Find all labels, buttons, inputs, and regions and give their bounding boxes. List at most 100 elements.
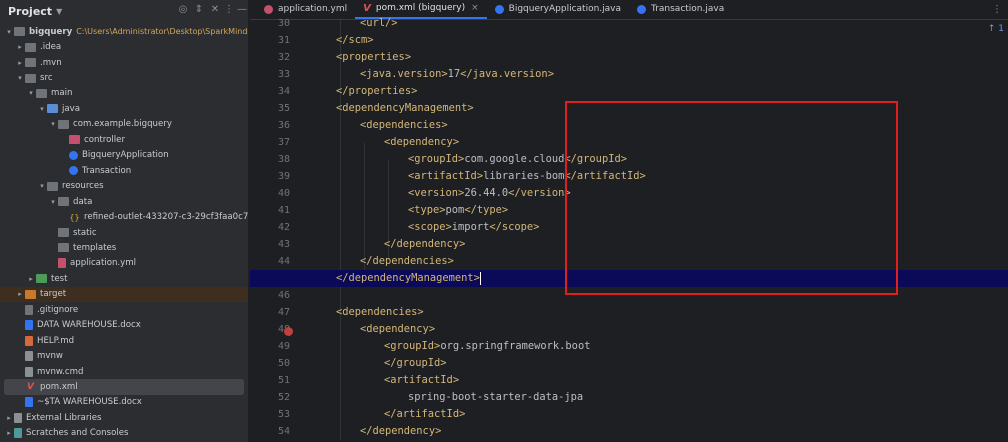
tree-item[interactable]: ▸ target	[0, 286, 248, 303]
target-icon[interactable]: ◎	[176, 4, 190, 15]
run-gutter-icon[interactable]	[284, 327, 293, 336]
tree-item[interactable]: mvnw	[0, 348, 248, 363]
code-line[interactable]: <properties>	[312, 49, 1008, 66]
tree-item-label: .idea	[40, 42, 62, 53]
folder-blue-icon	[47, 104, 58, 114]
chevron-down-icon[interactable]: ▼	[56, 7, 62, 16]
scratches-icon	[14, 428, 22, 439]
tree-item[interactable]: ▸ .mvn	[0, 55, 248, 70]
chevron-down-icon[interactable]: ▾	[37, 105, 47, 113]
xml-tag: </java.version>	[460, 68, 554, 80]
tree-item[interactable]: ▸ .idea	[0, 39, 248, 54]
code-line[interactable]: <type>pom</type>	[312, 202, 1008, 219]
tree-item[interactable]: HELP.md	[0, 333, 248, 348]
line-number: 36	[277, 120, 290, 131]
tree-item[interactable]: ▾ com.example.bigquery	[0, 117, 248, 132]
code-line[interactable]: spring-boot-starter-data-jpa	[312, 389, 1008, 406]
tree-item[interactable]: ▾ resources	[0, 179, 248, 194]
tree-item[interactable]: ▾ data	[0, 194, 248, 209]
code-line[interactable]: <java.version>17</java.version>	[312, 66, 1008, 83]
tree-item[interactable]: Vpom.xml	[4, 379, 244, 395]
chevron-down-icon[interactable]: ▾	[37, 182, 47, 190]
code-line[interactable]: <dependencyManagement>	[312, 100, 1008, 117]
tree-item[interactable]: DATA WAREHOUSE.docx	[0, 318, 248, 333]
code-line[interactable]: </dependency>	[312, 236, 1008, 253]
code-line[interactable]: </artifactId>	[312, 406, 1008, 423]
line-number: 49	[277, 341, 290, 352]
folder-gray-icon	[58, 243, 69, 253]
tree-item[interactable]: ▸ External Libraries	[0, 410, 248, 425]
chevron-right-icon[interactable]: ▸	[15, 290, 25, 298]
folder-gray-icon	[25, 73, 36, 83]
chevron-down-icon[interactable]: ▾	[48, 120, 58, 128]
code-line[interactable]: <version>26.44.0</version>	[312, 185, 1008, 202]
tree-item[interactable]: ~$TA WAREHOUSE.docx	[0, 395, 248, 410]
tree-item[interactable]: ▸ Scratches and Consoles	[0, 426, 248, 441]
chevron-right-icon[interactable]: ▸	[26, 275, 36, 283]
chevron-down-icon[interactable]: ▾	[4, 28, 14, 36]
code-line[interactable]: <dependencies>	[312, 117, 1008, 134]
md-file-icon	[25, 335, 33, 346]
tab-more-icon[interactable]: ⋮	[992, 4, 1002, 15]
line-number: 34	[277, 86, 290, 97]
tree-item[interactable]: controller	[0, 132, 248, 147]
code-line[interactable]: <dependencies>	[312, 304, 1008, 321]
chevron-down-icon[interactable]: ▾	[15, 74, 25, 82]
folder-orange-icon	[25, 289, 36, 299]
tree-item[interactable]: Transaction	[0, 163, 248, 178]
yml-file-icon	[58, 258, 66, 269]
tree-item[interactable]: BigqueryApplication	[0, 148, 248, 163]
code-line[interactable]: </scm>	[312, 32, 1008, 49]
code-line[interactable]	[312, 287, 1008, 304]
tree-item[interactable]: {} refined-outlet-433207-c3-29cf3faa0c72.…	[0, 209, 248, 224]
xml-tag: </properties>	[336, 85, 418, 97]
code-line[interactable]: <dependency>	[312, 134, 1008, 151]
chevron-right-icon[interactable]: ▸	[4, 414, 14, 422]
code-line[interactable]: <scope>import</scope>	[312, 219, 1008, 236]
tree-item[interactable]: ▸ test	[0, 271, 248, 286]
chevron-down-icon[interactable]: ▾	[26, 89, 36, 97]
code-line[interactable]: </dependencyManagement>	[250, 270, 1008, 287]
tree-item[interactable]: ▾ src	[0, 70, 248, 85]
line-number: 30	[277, 18, 290, 29]
tree-item-label: pom.xml	[40, 382, 78, 393]
code-line[interactable]: </dependency>	[312, 423, 1008, 440]
tree-item[interactable]: ▾ main	[0, 86, 248, 101]
expand-all-icon[interactable]: ✕	[208, 4, 222, 15]
chevron-right-icon[interactable]: ▸	[15, 43, 25, 51]
tree-item[interactable]: templates	[0, 240, 248, 255]
chevron-down-icon[interactable]: ▾	[48, 198, 58, 206]
code-line[interactable]: </groupId>	[312, 355, 1008, 372]
close-tab-icon[interactable]: ×	[471, 3, 479, 13]
code-line[interactable]: <groupId>org.springframework.boot	[312, 338, 1008, 355]
tree-item[interactable]: application.yml	[0, 256, 248, 271]
project-panel-title[interactable]: Project	[8, 5, 52, 18]
code-line[interactable]: </properties>	[312, 83, 1008, 100]
line-number: 35	[277, 103, 290, 114]
xml-tag: <dependency>	[360, 323, 436, 335]
tree-item[interactable]: ▾ bigquery C:\Users\Administrator\Desktop\…	[0, 24, 248, 39]
tree-item[interactable]: ▾ java	[0, 101, 248, 116]
tree-item[interactable]: static	[0, 225, 248, 240]
tree-item[interactable]: mvnw.cmd	[0, 364, 248, 379]
tree-item-label: Scratches and Consoles	[26, 428, 129, 439]
code-line[interactable]: <url/>	[312, 15, 1008, 32]
xml-tag: </dependency>	[360, 425, 442, 437]
xml-tag: <properties>	[336, 51, 412, 63]
collapse-all-icon[interactable]: ⇕	[192, 4, 206, 15]
code-editor[interactable]: <url/> </scm> <properties> <java.version>17…	[250, 17, 1008, 442]
folder-gray-icon	[25, 42, 36, 52]
code-line[interactable]: <groupId>com.google.cloud</groupId>	[312, 151, 1008, 168]
code-line[interactable]: <artifactId>	[312, 372, 1008, 389]
chevron-right-icon[interactable]: ▸	[4, 429, 14, 437]
folder-gray-icon	[25, 58, 36, 68]
chevron-right-icon[interactable]: ▸	[15, 59, 25, 67]
more-options-icon[interactable]: ⋮	[222, 4, 236, 15]
code-line[interactable]: </dependencies>	[312, 253, 1008, 270]
code-line[interactable]: <dependency>	[312, 321, 1008, 338]
xml-tag: <url/>	[360, 17, 398, 29]
minimize-icon[interactable]: —	[235, 4, 248, 15]
line-number: 43	[277, 239, 290, 250]
code-line[interactable]: <artifactId>libraries-bom</artifactId>	[312, 168, 1008, 185]
tree-item[interactable]: .gitignore	[0, 302, 248, 317]
